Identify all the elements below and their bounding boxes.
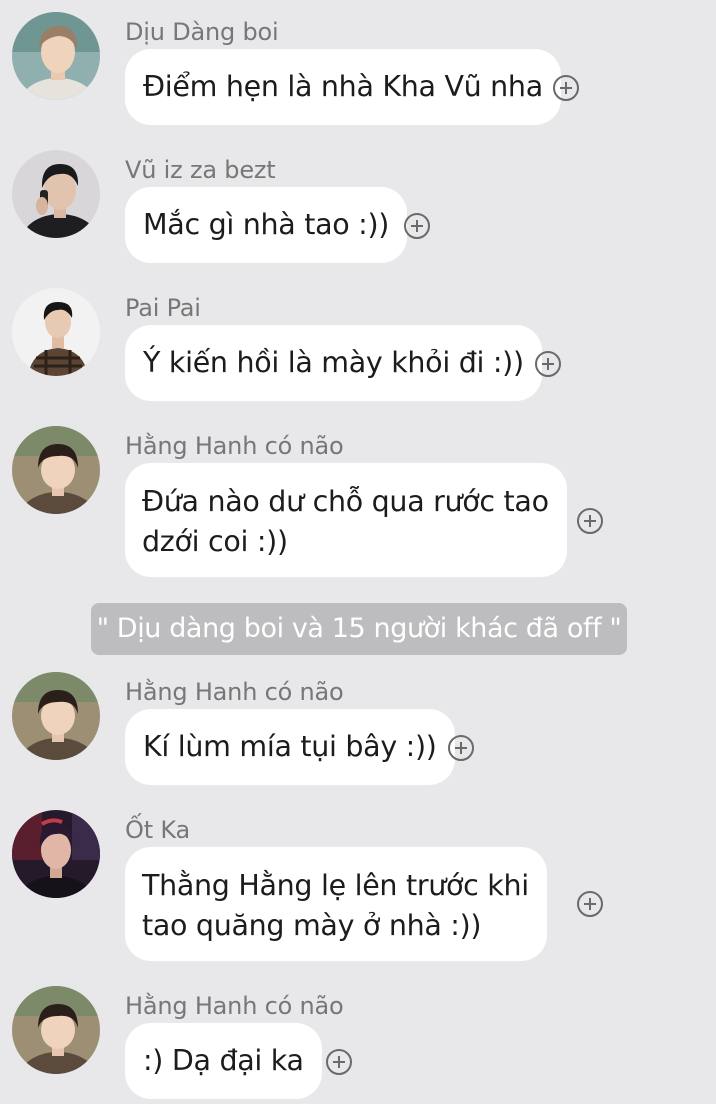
message-bubble[interactable]: Kí lùm mía tụi bây :)) [125,709,455,785]
sender-name: Hằng Hanh có não [125,992,344,1020]
avatar-phone-call-boy-image [12,150,100,238]
avatar-light-hair-boy-image [12,12,100,100]
message-bubble[interactable]: :) Dạ đại ka [125,1023,322,1099]
message-text: tao quăng mày ở nhà :)) [142,909,482,942]
message-text: Điểm hẹn là nhà Kha Vũ nha [143,70,543,103]
message-text: Mắc gì nhà tao :)) [143,208,390,241]
avatar-smiling-boy-image [12,426,100,514]
avatar-smiling-boy-image [12,986,100,1074]
avatar[interactable] [12,288,100,376]
avatar[interactable] [12,12,100,100]
add-reaction-icon[interactable] [577,508,603,534]
message-bubble[interactable]: Mắc gì nhà tao :)) [125,187,408,263]
avatar-plaid-jacket-boy-image [12,288,100,376]
message-bubble[interactable]: Điểm hẹn là nhà Kha Vũ nha [125,49,561,125]
message-text: dzới coi :)) [142,525,288,558]
message-bubble[interactable]: Thằng Hằng lẹ lên trước khi tao quăng mà… [125,847,547,961]
avatar-smiling-boy-image [12,672,100,760]
message-text: Kí lùm mía tụi bây :)) [143,730,437,763]
sender-name: Vũ iz za bezt [125,156,276,184]
add-reaction-icon[interactable] [448,735,474,761]
avatar[interactable] [12,810,100,898]
message-bubble[interactable]: Ý kiến hồi là mày khỏi đi :)) [125,325,542,401]
avatar[interactable] [12,986,100,1074]
avatar[interactable] [12,150,100,238]
add-reaction-icon[interactable] [535,351,561,377]
add-reaction-icon[interactable] [326,1049,352,1075]
message-text: Thằng Hằng lẹ lên trước khi [142,869,529,902]
sender-name: Ốt Ka [125,816,190,844]
message-bubble[interactable]: Đứa nào dư chỗ qua rước tao dzới coi :)) [125,463,567,577]
avatar[interactable] [12,672,100,760]
sender-name: Pai Pai [125,294,201,322]
add-reaction-icon[interactable] [553,75,579,101]
avatar-red-light-boy-image [12,810,100,898]
message-text: Đứa nào dư chỗ qua rước tao [142,485,549,518]
add-reaction-icon[interactable] [577,891,603,917]
sender-name: Hằng Hanh có não [125,432,344,460]
sender-name: Dịu Dàng boi [125,18,279,46]
system-notice: " Dịu dàng boi và 15 người khác đã off " [91,603,627,655]
sender-name: Hằng Hanh có não [125,678,344,706]
message-text: :) Dạ đại ka [143,1044,304,1077]
add-reaction-icon[interactable] [404,213,430,239]
avatar[interactable] [12,426,100,514]
message-text: Ý kiến hồi là mày khỏi đi :)) [143,346,524,379]
